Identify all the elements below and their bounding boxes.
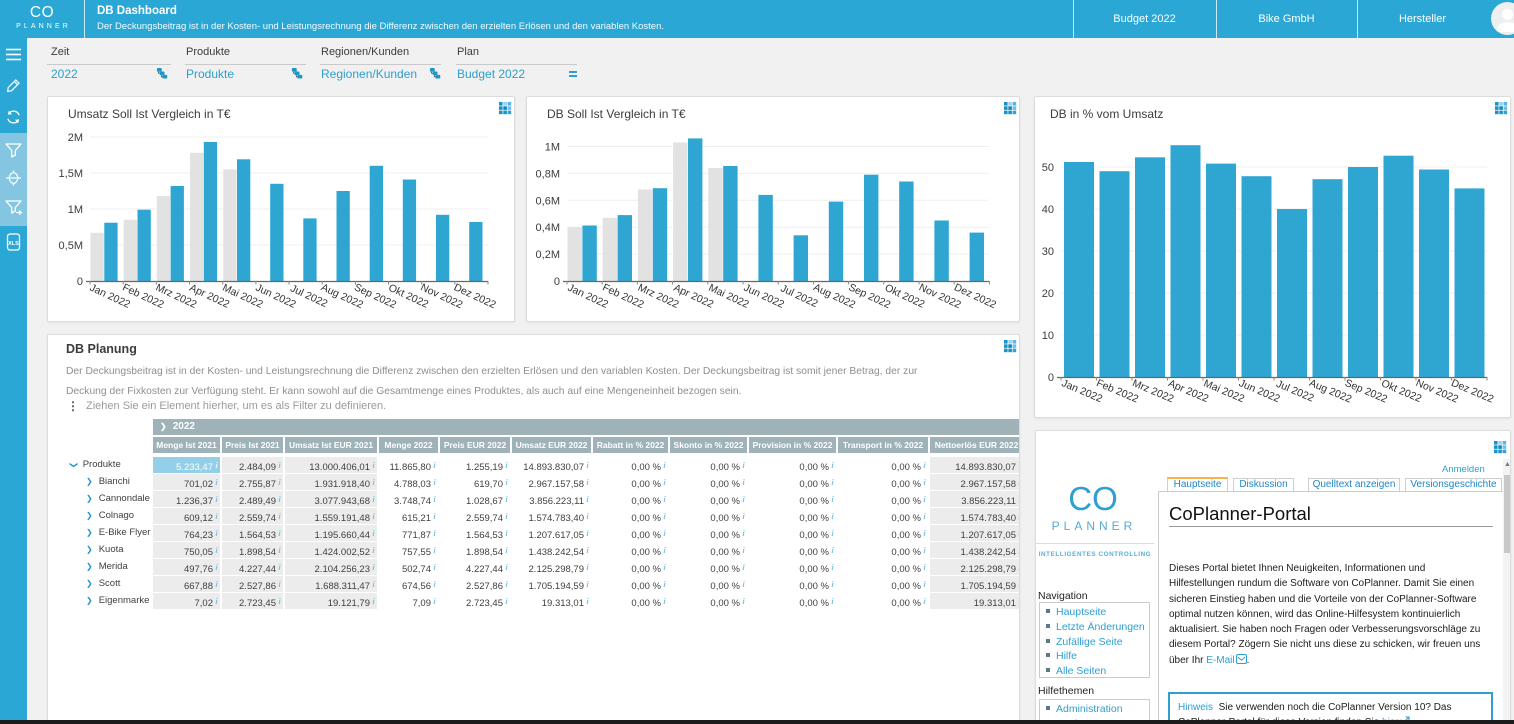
svg-text:50: 50 bbox=[1042, 162, 1054, 174]
svg-text:10: 10 bbox=[1042, 330, 1054, 342]
svg-text:0: 0 bbox=[554, 276, 560, 288]
svg-text:XLS: XLS bbox=[8, 241, 19, 247]
svg-text:0,2M: 0,2M bbox=[536, 249, 560, 261]
svg-text:1M: 1M bbox=[68, 204, 83, 216]
svg-text:30: 30 bbox=[1042, 246, 1054, 258]
svg-text:0,8M: 0,8M bbox=[536, 168, 560, 180]
svg-text:20: 20 bbox=[1042, 288, 1054, 300]
svg-text:0: 0 bbox=[1048, 372, 1054, 384]
svg-text:1M: 1M bbox=[545, 142, 560, 154]
svg-text:0: 0 bbox=[77, 276, 83, 288]
svg-text:1,5M: 1,5M bbox=[59, 168, 83, 180]
svg-text:0,4M: 0,4M bbox=[536, 222, 560, 234]
svg-text:2M: 2M bbox=[68, 132, 83, 144]
svg-text:0,6M: 0,6M bbox=[536, 195, 560, 207]
svg-text:0,5M: 0,5M bbox=[59, 240, 83, 252]
svg-text:Jun 2022: Jun 2022 bbox=[742, 282, 786, 311]
svg-text:Jun 2022: Jun 2022 bbox=[1237, 377, 1282, 405]
svg-text:40: 40 bbox=[1042, 204, 1054, 216]
